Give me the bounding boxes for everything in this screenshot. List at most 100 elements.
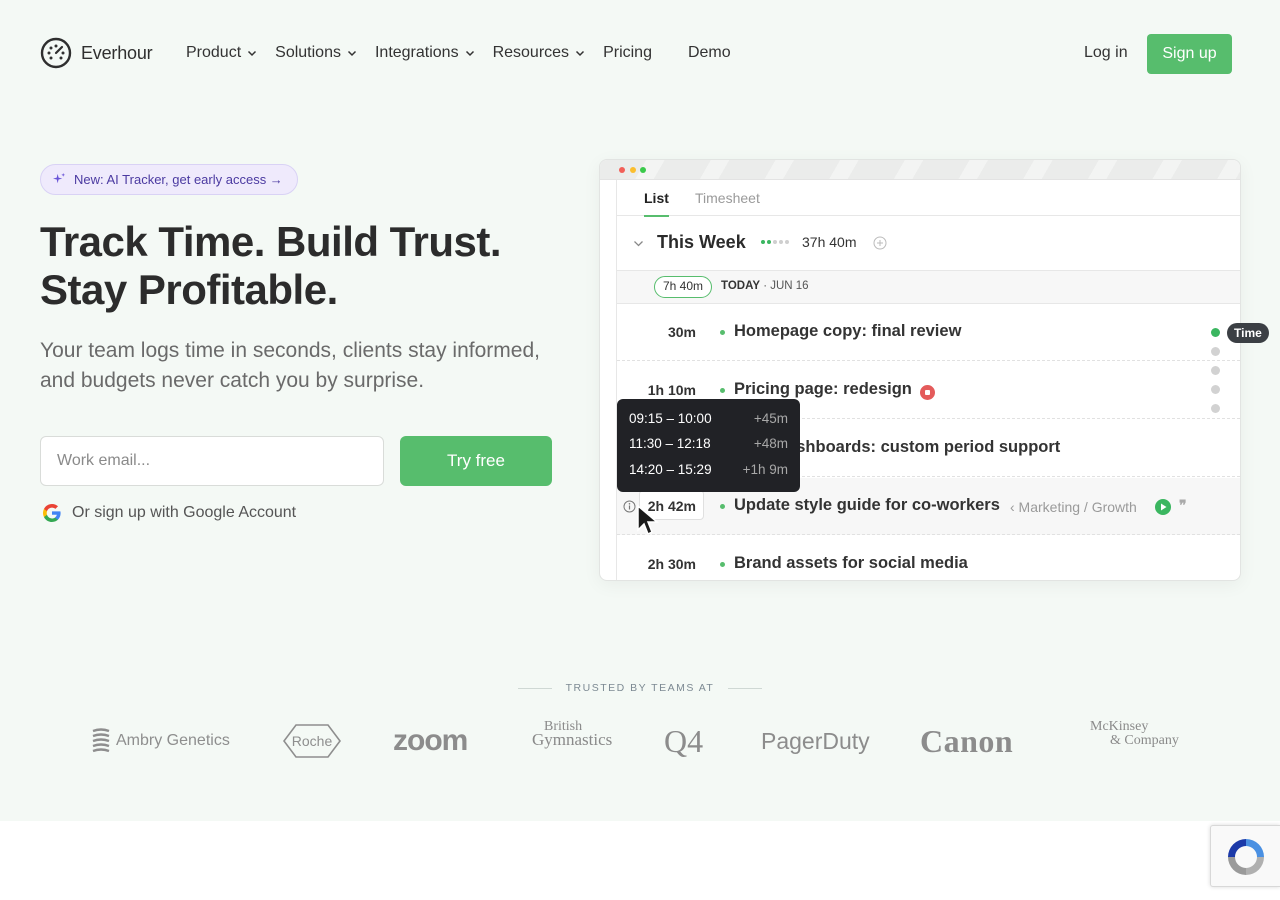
entry-title[interactable]: Brand assets for social media bbox=[734, 554, 968, 573]
add-circle-icon[interactable] bbox=[873, 236, 887, 250]
signup-button[interactable]: Sign up bbox=[1147, 34, 1232, 74]
entry-bullet bbox=[720, 330, 725, 335]
rail-dot-time[interactable] bbox=[1211, 328, 1220, 337]
google-signup-link[interactable]: Or sign up with Google Account bbox=[42, 503, 296, 523]
trusted-section: TRUSTED BY TEAMS AT bbox=[0, 678, 1280, 696]
tooltip-row: 09:15 – 10:00 +45m bbox=[629, 411, 788, 429]
rail-dot[interactable] bbox=[1211, 347, 1220, 356]
rail-dot[interactable] bbox=[1211, 366, 1220, 375]
chevron-down-icon[interactable] bbox=[633, 238, 644, 249]
tooltip-row: 14:20 – 15:29 +1h 9m bbox=[629, 462, 788, 480]
nav-integrations[interactable]: Integrations bbox=[375, 44, 475, 62]
mck-line-2: & Company bbox=[1110, 733, 1179, 748]
info-icon[interactable] bbox=[623, 500, 636, 513]
bg-line-2: Gymnastics bbox=[532, 730, 613, 749]
canon-logo: Canon bbox=[920, 722, 1014, 759]
trusted-label: TRUSTED BY TEAMS AT bbox=[517, 682, 762, 694]
tooltip-delta: +48m bbox=[753, 436, 788, 451]
entry-bullet bbox=[720, 562, 725, 567]
entry-time[interactable]: 2h 30m bbox=[648, 556, 696, 572]
rail-dot[interactable] bbox=[1211, 385, 1220, 394]
view-tabs: List Timesheet bbox=[617, 180, 1240, 217]
time-entry[interactable]: 2h 30m Brand assets for social media bbox=[617, 536, 1240, 580]
app-preview: List Timesheet This Week 37h 40m 7h 40m … bbox=[599, 159, 1241, 581]
entry-bullet bbox=[720, 388, 725, 393]
day-date: · JUN 16 bbox=[763, 280, 809, 292]
app-content: List Timesheet This Week 37h 40m 7h 40m … bbox=[616, 180, 1240, 580]
zoom-logo: zoom bbox=[393, 724, 468, 757]
tab-list[interactable]: List bbox=[644, 190, 669, 217]
entry-title[interactable]: Pricing page: redesign bbox=[734, 380, 912, 399]
brand-name: Everhour bbox=[81, 42, 153, 63]
ai-tracker-badge[interactable]: New: AI Tracker, get early access → bbox=[40, 164, 298, 195]
entry-title[interactable]: dashboards: custom period support bbox=[777, 438, 1060, 457]
progress-dot bbox=[767, 240, 771, 244]
nav-demo[interactable]: Demo bbox=[688, 44, 731, 62]
nav-pricing[interactable]: Pricing bbox=[603, 44, 652, 62]
week-header[interactable]: This Week 37h 40m bbox=[617, 216, 1240, 271]
rail-dot[interactable] bbox=[1211, 404, 1220, 413]
nav-resources[interactable]: Resources bbox=[493, 44, 585, 62]
roche-hexagon-icon: Roche bbox=[283, 724, 341, 758]
pagerduty-logo: PagerDuty bbox=[761, 727, 870, 754]
progress-dot bbox=[785, 240, 789, 244]
chevron-down-icon bbox=[465, 50, 474, 57]
progress-dot bbox=[779, 240, 783, 244]
nav-pricing-label: Pricing bbox=[603, 44, 652, 61]
time-entry[interactable]: 30m Homepage copy: final review bbox=[617, 304, 1240, 361]
nav-integrations-label: Integrations bbox=[374, 44, 459, 61]
sparkle-icon bbox=[53, 173, 66, 184]
window-titlebar bbox=[600, 160, 1240, 180]
ambry-mark-icon bbox=[92, 728, 110, 753]
window-close-dot bbox=[619, 167, 625, 173]
entry-time[interactable]: 30m bbox=[668, 324, 696, 340]
nav-product[interactable]: Product bbox=[186, 44, 257, 62]
stop-timer-icon[interactable] bbox=[920, 385, 935, 400]
window-minimize-dot bbox=[630, 167, 636, 173]
side-rail bbox=[1210, 326, 1222, 416]
nav-resources-label: Resources bbox=[492, 44, 570, 61]
day-name: TODAY bbox=[721, 280, 760, 292]
headline-line-1: Track Time. Build Trust. bbox=[40, 218, 502, 265]
chevron-down-icon bbox=[347, 50, 356, 57]
time-intervals-tooltip: 09:15 – 10:00 +45m 11:30 – 12:18 +48m 14… bbox=[617, 399, 800, 492]
nav-demo-label: Demo bbox=[687, 44, 731, 61]
brand-logo[interactable]: Everhour bbox=[40, 37, 153, 69]
entry-project-path[interactable]: ‹ Marketing / Growth bbox=[1010, 499, 1137, 515]
tab-timesheet[interactable]: Timesheet bbox=[695, 190, 760, 206]
nav-solutions-label: Solutions bbox=[275, 44, 341, 61]
tooltip-delta: +45m bbox=[753, 411, 788, 426]
tooltip-row: 11:30 – 12:18 +48m bbox=[629, 436, 788, 454]
entry-title[interactable]: Homepage copy: final review bbox=[734, 322, 961, 341]
mouse-cursor-icon bbox=[637, 504, 660, 536]
mck-line-1: McKinsey bbox=[1090, 719, 1149, 734]
page-title: Track Time. Build Trust. Stay Profitable… bbox=[40, 218, 502, 314]
roche-logo: Roche bbox=[283, 720, 341, 762]
day-label: TODAY · JUN 16 bbox=[721, 280, 809, 292]
top-nav: Everhour Product Solutions Integrations … bbox=[0, 0, 1280, 108]
google-icon bbox=[43, 504, 61, 522]
tooltip-range: 09:15 – 10:00 bbox=[629, 411, 712, 426]
q4-logo: Q4 bbox=[664, 722, 704, 759]
ambry-genetics-logo: Ambry Genetics bbox=[92, 720, 230, 762]
window-maximize-dot bbox=[640, 167, 646, 173]
day-header: 7h 40m TODAY · JUN 16 bbox=[617, 271, 1240, 304]
chevron-down-icon bbox=[248, 50, 257, 57]
recaptcha-badge[interactable] bbox=[1210, 825, 1280, 887]
email-field[interactable] bbox=[40, 436, 384, 486]
week-total: 37h 40m bbox=[802, 234, 857, 250]
chevron-down-icon bbox=[576, 50, 585, 57]
entry-bullet bbox=[720, 504, 725, 509]
login-link[interactable]: Log in bbox=[1084, 44, 1128, 62]
entry-title[interactable]: Update style guide for co-workers bbox=[734, 496, 1000, 515]
nav-product-label: Product bbox=[186, 44, 242, 61]
entry-time[interactable]: 1h 10m bbox=[648, 382, 696, 398]
progress-dot bbox=[761, 240, 765, 244]
try-free-button[interactable]: Try free bbox=[400, 436, 552, 486]
play-icon[interactable] bbox=[1155, 499, 1171, 515]
comment-quote-icon[interactable]: ❞ bbox=[1179, 497, 1187, 514]
british-gymnastics-logo: British Gymnastics bbox=[532, 720, 612, 762]
roche-text: Roche bbox=[292, 733, 333, 749]
mckinsey-logo: McKinsey & Company bbox=[1090, 720, 1179, 762]
nav-solutions[interactable]: Solutions bbox=[275, 44, 357, 62]
